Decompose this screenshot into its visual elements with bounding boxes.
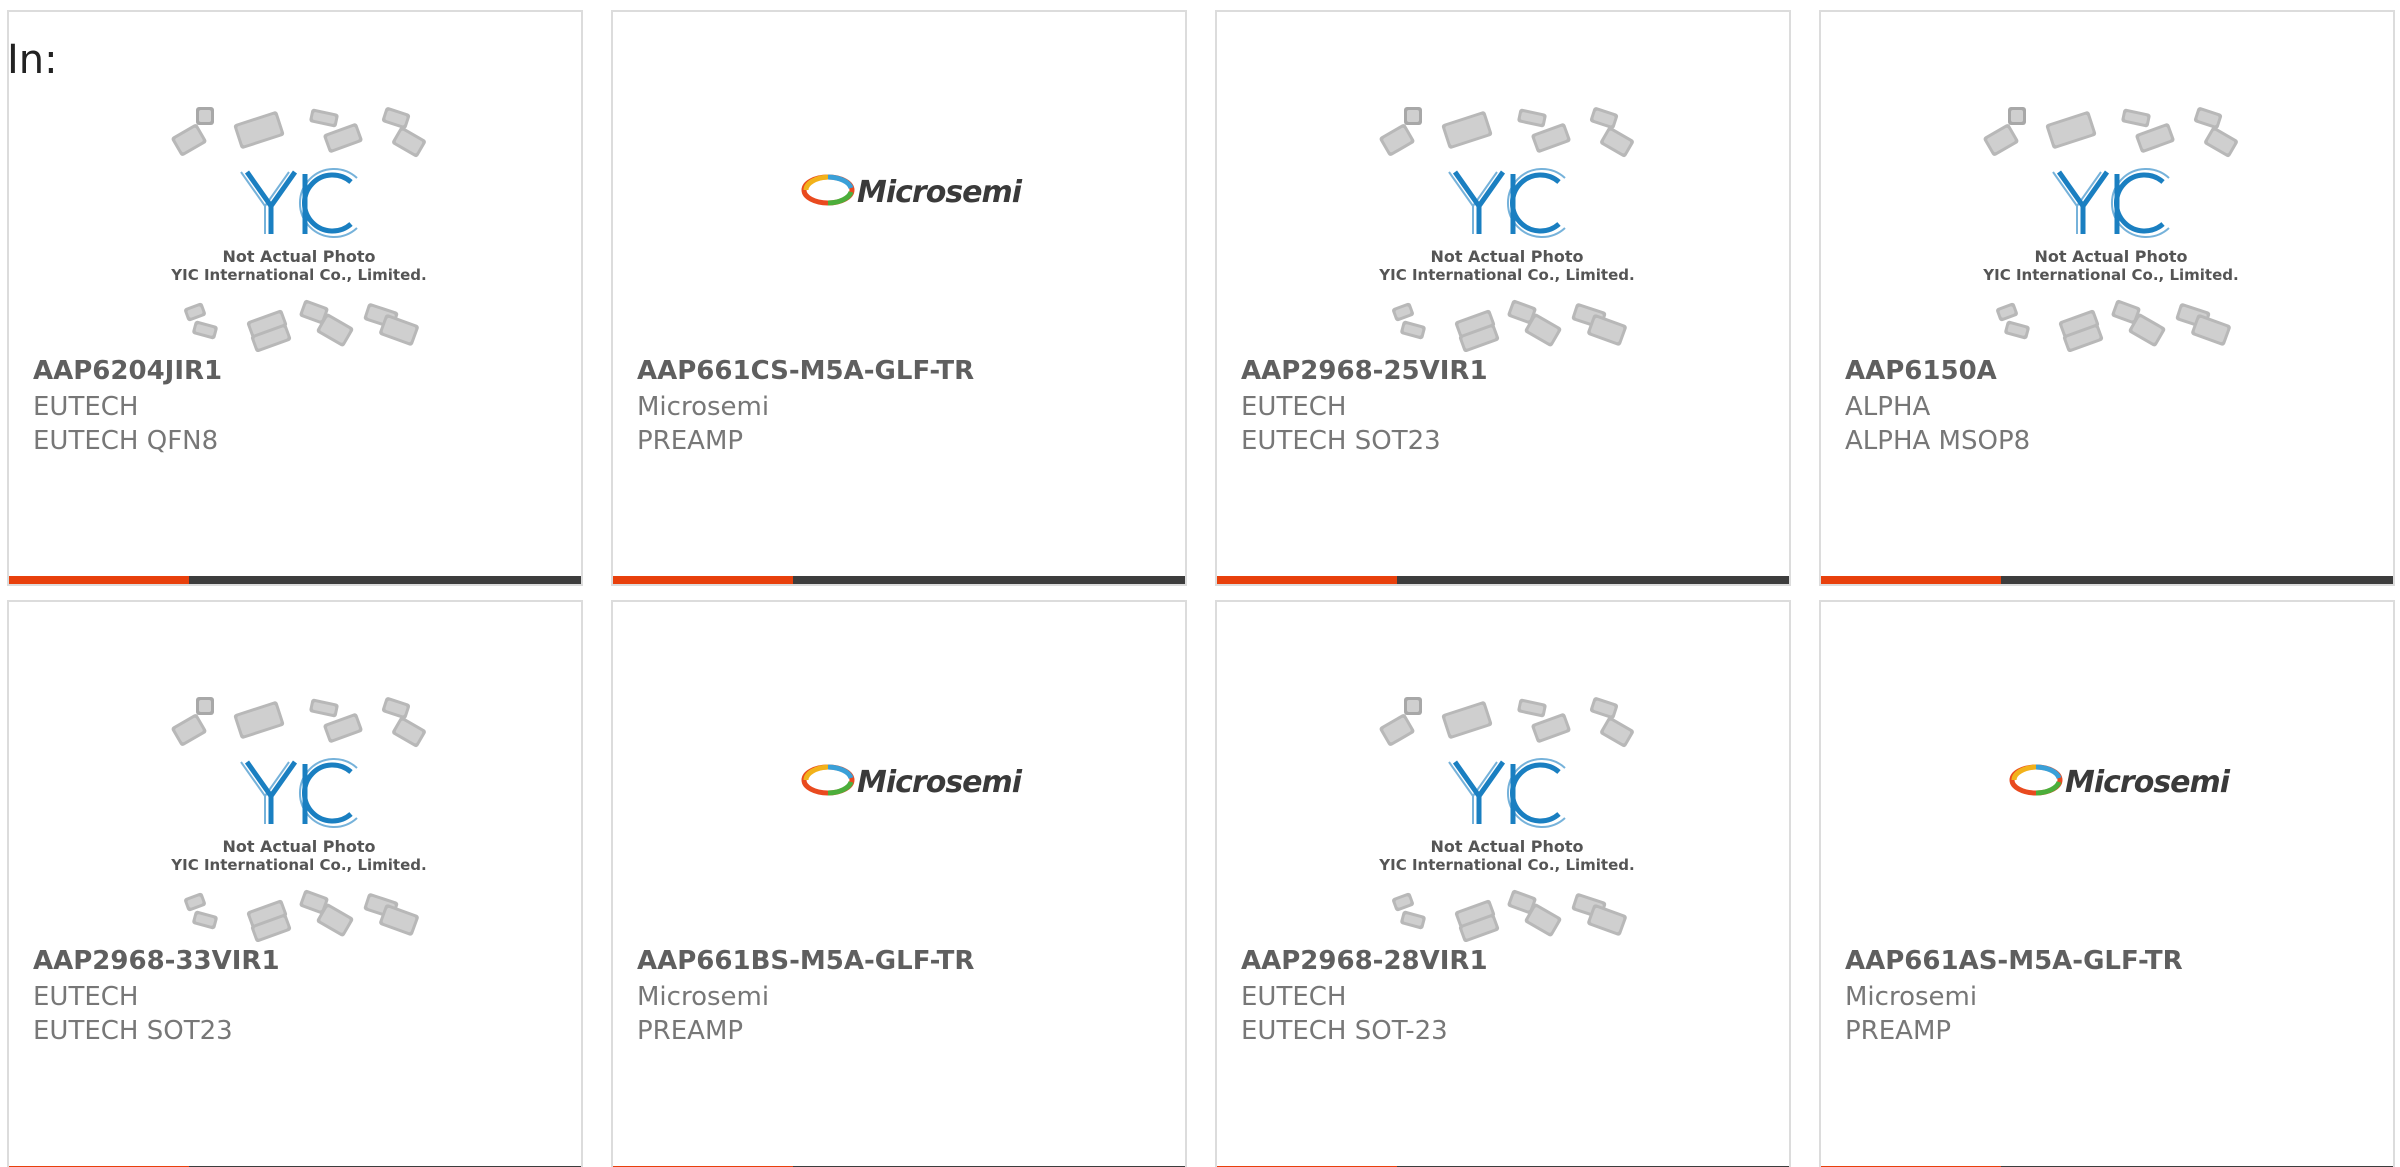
- product-image[interactable]: Not Actual Photo YIC International Co., L…: [1217, 12, 1789, 352]
- image-caption: Not Actual Photo: [222, 837, 375, 856]
- manufacturer: EUTECH: [33, 392, 139, 422]
- part-number[interactable]: AAP2968-25VIR1: [1241, 356, 1488, 386]
- description: EUTECH SOT-23: [1241, 1016, 1448, 1046]
- card-bottom-bar-accent: [9, 576, 190, 584]
- description: EUTECH SOT23: [33, 1016, 233, 1046]
- image-caption: YIC International Co., Limited.: [1378, 856, 1634, 874]
- image-caption: YIC International Co., Limited.: [170, 266, 426, 284]
- image-caption: YIC International Co., Limited.: [1378, 266, 1634, 284]
- card-bottom-bar-accent: [613, 576, 794, 584]
- description: EUTECH SOT23: [1241, 426, 1441, 456]
- yic-placeholder-image: Not Actual PhotoYIC International Co., L…: [1378, 697, 1635, 942]
- yic-placeholder-image: Not Actual PhotoYIC International Co., L…: [170, 697, 427, 942]
- card-bottom-bar: [613, 576, 1185, 584]
- manufacturer: EUTECH: [1241, 982, 1347, 1012]
- yic-logo-icon: [1448, 758, 1566, 828]
- description: PREAMP: [1845, 1016, 1952, 1046]
- manufacturer: ALPHA: [1845, 392, 1931, 422]
- yic-placeholder-image: Not Actual PhotoYIC International Co., L…: [170, 107, 427, 352]
- card-bottom-bar: [9, 576, 581, 584]
- description: PREAMP: [637, 1016, 744, 1046]
- image-caption: Not Actual Photo: [1430, 837, 1583, 856]
- part-number[interactable]: AAP2968-33VIR1: [33, 946, 280, 976]
- yic-logo-icon: [240, 758, 358, 828]
- description: ALPHA MSOP8: [1845, 426, 2031, 456]
- part-number[interactable]: AAP661CS-M5A-GLF-TR: [637, 356, 974, 386]
- product-card[interactable]: Not Actual Photo YIC International Co., L…: [1819, 10, 2395, 586]
- part-number[interactable]: AAP2968-28VIR1: [1241, 946, 1488, 976]
- product-image[interactable]: Microsemi: [1821, 602, 2393, 942]
- product-card[interactable]: Microsemi AAP661CS-M5A-GLF-TR Microsemi …: [611, 10, 1187, 586]
- manufacturer: EUTECH: [33, 982, 139, 1012]
- product-image[interactable]: Not Actual Photo YIC International Co., L…: [9, 602, 581, 942]
- product-card[interactable]: Not Actual Photo YIC International Co., L…: [7, 10, 583, 586]
- product-grid: Not Actual Photo YIC International Co., L…: [0, 0, 2400, 1167]
- description: PREAMP: [637, 426, 744, 456]
- card-bottom-bar-accent: [1821, 576, 2002, 584]
- manufacturer: Microsemi: [637, 392, 770, 422]
- product-card[interactable]: Microsemi AAP661AS-M5A-GLF-TR Microsemi …: [1819, 600, 2395, 1167]
- microsemi-logo-icon: Microsemi: [801, 764, 1024, 800]
- part-number[interactable]: AAP6150A: [1845, 356, 1997, 386]
- microsemi-logo-icon: Microsemi: [801, 174, 1024, 210]
- yic-placeholder-image: Not Actual PhotoYIC International Co., L…: [1982, 107, 2239, 352]
- product-card[interactable]: Not Actual Photo YIC International Co., L…: [1215, 600, 1791, 1167]
- part-number[interactable]: AAP6204JIR1: [33, 356, 222, 386]
- image-caption: Not Actual Photo: [222, 247, 375, 266]
- card-bottom-bar: [1821, 576, 2393, 584]
- image-caption: Not Actual Photo: [1430, 247, 1583, 266]
- manufacturer: Microsemi: [1845, 982, 1978, 1012]
- product-card[interactable]: Not Actual Photo YIC International Co., L…: [1215, 10, 1791, 586]
- card-bottom-bar: [1217, 576, 1789, 584]
- product-image[interactable]: Microsemi: [613, 12, 1185, 352]
- image-caption: Not Actual Photo: [2034, 247, 2187, 266]
- microsemi-logo-icon: Microsemi: [2009, 764, 2232, 800]
- part-number[interactable]: AAP661AS-M5A-GLF-TR: [1845, 946, 2183, 976]
- product-card[interactable]: Not Actual Photo YIC International Co., L…: [7, 600, 583, 1167]
- yic-logo-icon: [2052, 168, 2170, 238]
- product-grid-page: In: Not Actual Photo YIC International Co…: [0, 0, 2400, 1167]
- image-caption: YIC International Co., Limited.: [170, 856, 426, 874]
- image-caption: YIC International Co., Limited.: [1982, 266, 2238, 284]
- product-image[interactable]: Not Actual Photo YIC International Co., L…: [1821, 12, 2393, 352]
- product-image[interactable]: Not Actual Photo YIC International Co., L…: [1217, 602, 1789, 942]
- part-number[interactable]: AAP661BS-M5A-GLF-TR: [637, 946, 974, 976]
- product-image[interactable]: Not Actual Photo YIC International Co., L…: [9, 12, 581, 352]
- svg-text:Microsemi: Microsemi: [857, 175, 1023, 210]
- product-image[interactable]: Microsemi: [613, 602, 1185, 942]
- svg-text:Microsemi: Microsemi: [2065, 765, 2231, 800]
- yic-placeholder-image: Not Actual PhotoYIC International Co., L…: [1378, 107, 1635, 352]
- card-bottom-bar-accent: [1217, 576, 1398, 584]
- svg-text:Microsemi: Microsemi: [857, 765, 1023, 800]
- yic-logo-icon: [240, 168, 358, 238]
- description: EUTECH QFN8: [33, 426, 219, 456]
- manufacturer: EUTECH: [1241, 392, 1347, 422]
- yic-logo-icon: [1448, 168, 1566, 238]
- manufacturer: Microsemi: [637, 982, 770, 1012]
- product-card[interactable]: Microsemi AAP661BS-M5A-GLF-TR Microsemi …: [611, 600, 1187, 1167]
- in-label: In:: [7, 37, 58, 83]
